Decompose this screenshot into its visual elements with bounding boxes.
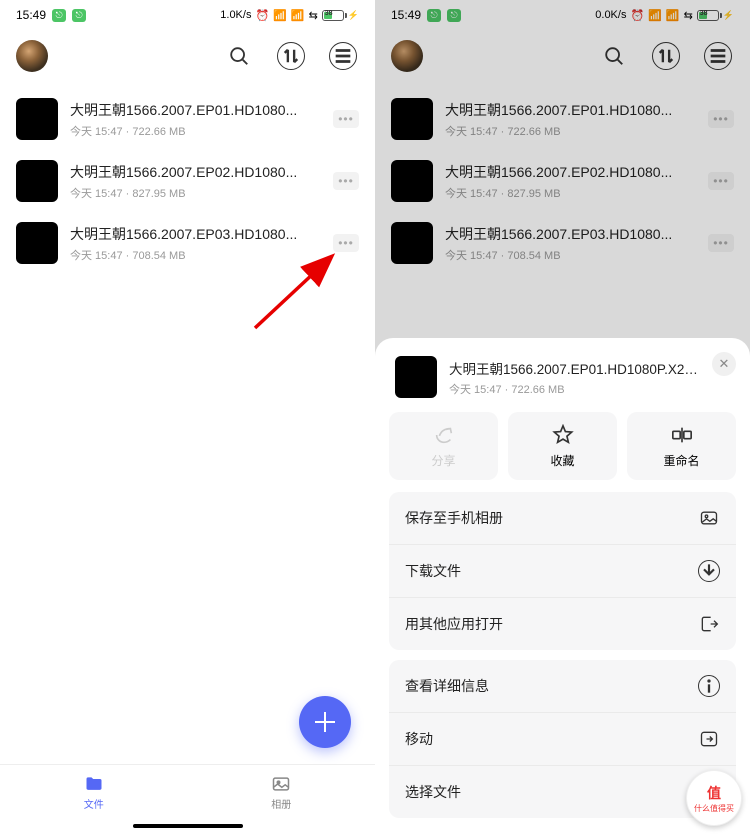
download-button[interactable]: 下载文件 — [389, 544, 736, 597]
status-indicator-icon: ⎋ — [427, 9, 441, 22]
rename-icon — [671, 424, 693, 446]
status-indicator-icon: ⎋ — [72, 9, 86, 22]
battery-icon: 38⚡ — [322, 10, 359, 21]
file-thumbnail — [395, 356, 437, 398]
file-meta: 今天 15:47 · 827.95 MB — [445, 185, 696, 201]
file-title: 大明王朝1566.2007.EP03.HD1080... — [445, 224, 696, 244]
file-title: 大明王朝1566.2007.EP02.HD1080... — [445, 162, 696, 182]
file-item[interactable]: 大明王朝1566.2007.EP03.HD1080... 今天 15:47 · … — [0, 212, 375, 274]
battery-icon: 38⚡ — [697, 10, 734, 21]
file-meta: 今天 15:47 · 827.95 MB — [70, 185, 321, 201]
favorite-button[interactable]: 收藏 — [508, 412, 617, 480]
search-button[interactable] — [223, 40, 255, 72]
file-thumbnail — [16, 160, 58, 202]
details-button[interactable]: 查看详细信息 — [389, 660, 736, 712]
alarm-icon: ⏰ — [630, 9, 644, 22]
info-icon — [698, 675, 720, 697]
action-sheet: ✕ 大明王朝1566.2007.EP01.HD1080P.X264.... 今天… — [375, 338, 750, 834]
search-button[interactable] — [598, 40, 630, 72]
file-meta: 今天 15:47 · 722.66 MB — [70, 123, 321, 139]
nav-files[interactable]: 文件 — [0, 765, 188, 820]
avatar[interactable] — [16, 40, 48, 72]
export-icon — [698, 613, 720, 635]
status-time: 15:49 — [391, 8, 421, 22]
status-time: 15:49 — [16, 8, 46, 22]
more-button[interactable]: ••• — [333, 172, 359, 190]
file-item[interactable]: 大明王朝1566.2007.EP01.HD1080... 今天 15:47 · … — [0, 88, 375, 150]
sheet-file-title: 大明王朝1566.2007.EP01.HD1080P.X264.... — [449, 358, 699, 378]
select-files-button[interactable]: 选择文件 — [389, 765, 736, 818]
watermark: 值 什么值得买 — [686, 770, 742, 826]
menu-button[interactable] — [702, 40, 734, 72]
add-fab[interactable] — [299, 696, 351, 748]
app-header — [0, 28, 375, 80]
file-meta: 今天 15:47 · 722.66 MB — [445, 123, 696, 139]
file-thumbnail — [391, 222, 433, 264]
move-button[interactable]: 移动 — [389, 712, 736, 765]
wifi-icon: ⇆ — [684, 9, 693, 22]
sheet-file-meta: 今天 15:47 · 722.66 MB — [449, 381, 699, 397]
download-icon — [698, 560, 720, 582]
file-item[interactable]: 大明王朝1566.2007.EP03.HD1080... 今天 15:47 · … — [375, 212, 750, 274]
save-to-album-button[interactable]: 保存至手机相册 — [389, 492, 736, 544]
network-speed: 0.0K/s — [595, 9, 626, 21]
bottom-nav: 文件 相册 — [0, 764, 375, 820]
star-icon — [552, 424, 574, 446]
signal-icon: 📶 — [666, 9, 680, 22]
move-icon — [698, 728, 720, 750]
signal-icon: 📶 — [648, 9, 662, 22]
file-title: 大明王朝1566.2007.EP01.HD1080... — [445, 100, 696, 120]
file-item[interactable]: 大明王朝1566.2007.EP02.HD1080... 今天 15:47 · … — [0, 150, 375, 212]
file-list: 大明王朝1566.2007.EP01.HD1080... 今天 15:47 · … — [0, 80, 375, 764]
file-item[interactable]: 大明王朝1566.2007.EP01.HD1080... 今天 15:47 · … — [375, 88, 750, 150]
file-meta: 今天 15:47 · 708.54 MB — [445, 247, 696, 263]
menu-button[interactable] — [327, 40, 359, 72]
image-icon — [698, 507, 720, 529]
transfers-button[interactable] — [650, 40, 682, 72]
file-title: 大明王朝1566.2007.EP02.HD1080... — [70, 162, 321, 182]
network-speed: 1.0K/s — [220, 9, 251, 21]
home-indicator — [133, 824, 243, 828]
alarm-icon: ⏰ — [255, 9, 269, 22]
sheet-file-header: 大明王朝1566.2007.EP01.HD1080P.X264.... 今天 1… — [389, 352, 736, 412]
share-icon — [433, 424, 455, 446]
file-thumbnail — [16, 222, 58, 264]
wifi-icon: ⇆ — [309, 9, 318, 22]
file-thumbnail — [391, 160, 433, 202]
app-header — [375, 28, 750, 80]
file-meta: 今天 15:47 · 708.54 MB — [70, 247, 321, 263]
more-button[interactable]: ••• — [708, 110, 734, 128]
transfers-button[interactable] — [275, 40, 307, 72]
file-thumbnail — [391, 98, 433, 140]
file-thumbnail — [16, 98, 58, 140]
open-with-button[interactable]: 用其他应用打开 — [389, 597, 736, 650]
more-button[interactable]: ••• — [333, 110, 359, 128]
share-button[interactable]: 分享 — [389, 412, 498, 480]
avatar[interactable] — [391, 40, 423, 72]
more-button[interactable]: ••• — [708, 234, 734, 252]
more-button[interactable]: ••• — [708, 172, 734, 190]
status-indicator-icon: ⎋ — [52, 9, 66, 22]
file-title: 大明王朝1566.2007.EP01.HD1080... — [70, 100, 321, 120]
status-indicator-icon: ⎋ — [447, 9, 461, 22]
rename-button[interactable]: 重命名 — [627, 412, 736, 480]
signal-icon: 📶 — [273, 9, 287, 22]
more-button[interactable]: ••• — [333, 234, 359, 252]
close-button[interactable]: ✕ — [712, 352, 736, 376]
file-title: 大明王朝1566.2007.EP03.HD1080... — [70, 224, 321, 244]
status-bar: 15:49 ⎋ ⎋ 1.0K/s ⏰ 📶 📶 ⇆ 38⚡ — [0, 0, 375, 28]
file-item[interactable]: 大明王朝1566.2007.EP02.HD1080... 今天 15:47 · … — [375, 150, 750, 212]
status-bar: 15:49 ⎋ ⎋ 0.0K/s ⏰ 📶 📶 ⇆ 38⚡ — [375, 0, 750, 28]
nav-album[interactable]: 相册 — [188, 765, 376, 820]
signal-icon: 📶 — [291, 9, 305, 22]
